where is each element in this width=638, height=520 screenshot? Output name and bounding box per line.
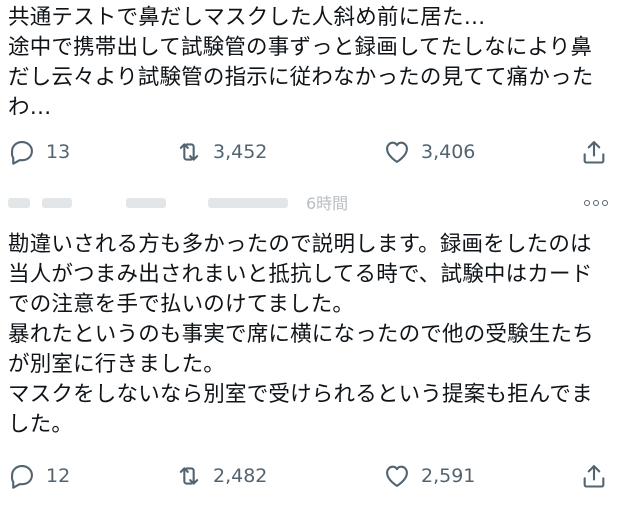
reply-icon — [10, 465, 33, 489]
like-count: 2,591 — [421, 465, 476, 487]
retweet-icon — [179, 467, 199, 485]
tweet-text-line: 途中で携帯出して試験管の事ずっと録画してたしなにより鼻 — [8, 35, 593, 60]
tweet-2-actions: 12 2,482 2,591 — [0, 458, 638, 494]
share-button[interactable] — [580, 458, 608, 494]
reply-button[interactable]: 12 — [8, 458, 70, 494]
tweet-timestamp: 6時間 — [306, 194, 349, 213]
heart-icon — [386, 465, 408, 487]
reply-button[interactable]: 13 — [8, 134, 70, 170]
tweet-2-header: 6時間 — [0, 194, 638, 222]
more-icon[interactable] — [584, 200, 608, 206]
tweet-text-line: が別室に行きました。 — [8, 352, 226, 377]
reply-count: 13 — [46, 141, 71, 163]
like-button[interactable]: 2,591 — [383, 458, 475, 494]
heart-icon — [386, 141, 408, 163]
tweet-1-actions: 13 3,452 3,406 — [0, 134, 638, 170]
tweet-2-text: 勘違いされる方も多かったので説明します。録画をしたのは 当人がつまみ出されまいと… — [8, 230, 594, 440]
tweet-text-line: 当人がつまみ出されまいと抵抗してる時で、試験中はカード — [8, 262, 593, 287]
tweet-text-line: わ… — [8, 95, 52, 120]
retweet-button[interactable]: 3,452 — [175, 134, 267, 170]
retweet-icon — [179, 143, 199, 161]
like-button[interactable]: 3,406 — [383, 134, 475, 170]
tweet-text-line: した。 — [8, 412, 74, 437]
tweet-1-text: 共通テストで鼻だしマスクした人斜め前に居た… 途中で携帯出して試験管の事ずっと録… — [8, 3, 593, 123]
share-icon — [583, 465, 605, 488]
share-button[interactable] — [580, 134, 608, 170]
tweet-text-line: での注意を手で払いのけてました。 — [8, 292, 355, 317]
tweet-text-line: 勘違いされる方も多かったので説明します。録画をしたのは — [8, 232, 592, 257]
retweet-count: 3,452 — [213, 141, 268, 163]
tweet-text-line: だし云々より試験管の指示に従わなかったの見てて痛かった — [8, 65, 594, 90]
tweet-text-line: マスクをしないなら別室で受けられるという提案も拒んでま — [8, 382, 593, 407]
tweet-text-line: 共通テストで鼻だしマスクした人斜め前に居た… — [8, 5, 486, 30]
retweet-count: 2,482 — [213, 465, 268, 487]
retweet-button[interactable]: 2,482 — [175, 458, 267, 494]
reply-count: 12 — [46, 465, 71, 487]
tweet-text-line: 暴れたというのも事実で席に横になったので他の受験生たち — [8, 322, 594, 347]
like-count: 3,406 — [421, 141, 476, 163]
reply-icon — [10, 141, 33, 165]
share-icon — [583, 141, 605, 164]
